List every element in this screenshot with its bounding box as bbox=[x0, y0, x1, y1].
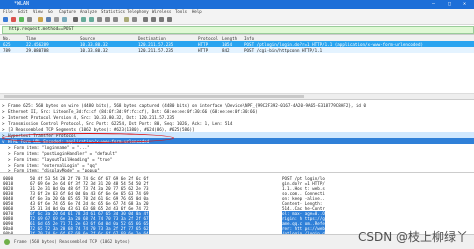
zoom-reset-icon[interactable] bbox=[159, 17, 164, 22]
expand-arrow-icon[interactable]: > bbox=[8, 145, 11, 150]
top-icon[interactable] bbox=[105, 17, 110, 22]
cell-time: 29.080788 bbox=[26, 47, 49, 53]
detail-text: Internet Protocol Version 4, Src: 10.33.… bbox=[8, 114, 175, 120]
display-filter-value: http.request.method==POST bbox=[9, 27, 74, 32]
menu-file[interactable]: File bbox=[3, 9, 13, 14]
cell-no: 789 bbox=[3, 47, 11, 53]
col-destination[interactable]: Destination bbox=[138, 36, 166, 41]
expand-arrow-icon[interactable]: > bbox=[2, 121, 5, 126]
colorize-icon[interactable] bbox=[124, 17, 129, 22]
watermark: CSDN @枝上柳绿丫 bbox=[357, 230, 468, 244]
menu-capture[interactable]: Capture bbox=[59, 9, 76, 14]
capture-status-icon[interactable] bbox=[4, 239, 10, 245]
col-source[interactable]: Source bbox=[80, 36, 95, 41]
zoom-out-icon[interactable] bbox=[151, 17, 156, 22]
save-icon[interactable] bbox=[46, 17, 51, 22]
autoscroll-icon[interactable] bbox=[132, 17, 137, 22]
cell-source: 10.33.80.32 bbox=[80, 47, 108, 53]
close-file-icon[interactable] bbox=[54, 17, 59, 22]
col-time[interactable]: Time bbox=[26, 36, 36, 41]
cell-protocol: HTTP bbox=[198, 47, 209, 53]
display-filter-bar: http.request.method==POST bbox=[0, 25, 474, 35]
cell-length: 842 bbox=[222, 47, 230, 53]
menu-wireless[interactable]: Wireless bbox=[152, 9, 171, 14]
cell-info: POST /ptlogin/login.do?r=1 HTTP/1.1 (app… bbox=[244, 41, 423, 47]
detail-text: Form item: "loginname" = "..." bbox=[14, 144, 90, 150]
expand-arrow-icon[interactable]: > bbox=[2, 109, 5, 114]
search-icon[interactable] bbox=[73, 17, 78, 22]
detail-text: Form item: "postLoginHandler" = "default… bbox=[14, 150, 118, 156]
zoom-in-icon[interactable] bbox=[143, 17, 148, 22]
col-length[interactable]: Length bbox=[222, 36, 237, 41]
expand-arrow-icon[interactable]: > bbox=[2, 115, 5, 120]
expand-arrow-icon[interactable]: > bbox=[8, 157, 11, 162]
scrollbar-thumb[interactable] bbox=[4, 95, 304, 98]
restart-icon[interactable] bbox=[19, 17, 24, 22]
menu-telephony[interactable]: Telephony bbox=[127, 9, 149, 14]
cell-destination: 120.211.57.235 bbox=[138, 47, 174, 53]
detail-text: Transmission Control Protocol, Src Port:… bbox=[8, 120, 233, 126]
status-text: Frame (568 bytes) Reassembled TCP (1062 … bbox=[14, 239, 130, 244]
menu-view[interactable]: View bbox=[33, 9, 43, 14]
cell-time: 22.456289 bbox=[26, 41, 49, 47]
bottom-icon[interactable] bbox=[113, 17, 118, 22]
col-no[interactable]: No. bbox=[3, 36, 11, 41]
cell-no: 625 bbox=[3, 41, 11, 47]
expand-arrow-icon[interactable]: > bbox=[8, 151, 11, 156]
main-toolbar bbox=[0, 15, 474, 25]
menu-edit[interactable]: Edit bbox=[18, 9, 28, 14]
title-bar: *WLAN – □ ✕ bbox=[0, 0, 474, 9]
cell-protocol: HTTP bbox=[198, 41, 209, 47]
reload-icon[interactable] bbox=[62, 17, 67, 22]
settings-icon[interactable] bbox=[27, 17, 32, 22]
hex-dump-pane: 0000 50 4f 53 54 20 2f 70 74 6c 6f 67 69… bbox=[0, 172, 474, 236]
close-icon[interactable]: ✕ bbox=[463, 1, 466, 7]
col-protocol[interactable]: Protocol bbox=[198, 36, 218, 41]
display-filter-input[interactable]: http.request.method==POST bbox=[2, 26, 474, 34]
window-title: *WLAN bbox=[14, 1, 30, 7]
menu-help[interactable]: Help bbox=[192, 9, 202, 14]
menu-tools[interactable]: Tools bbox=[175, 9, 187, 14]
highlight-annotation-ellipse bbox=[2, 133, 174, 143]
cell-info: POST /cgi-bin/httpconn HTTP/1.1 bbox=[244, 47, 323, 53]
detail-text: Frame 625: 568 bytes on wire (4480 bits)… bbox=[8, 102, 366, 108]
cell-source: 10.33.80.32 bbox=[80, 41, 108, 47]
maximize-icon[interactable]: □ bbox=[448, 1, 451, 7]
col-info[interactable]: Info bbox=[244, 36, 254, 41]
menu-go[interactable]: Go bbox=[48, 9, 53, 14]
resize-columns-icon[interactable] bbox=[167, 17, 172, 22]
jump-icon[interactable] bbox=[97, 17, 102, 22]
minimize-icon[interactable]: – bbox=[432, 1, 435, 7]
cell-length: 1054 bbox=[222, 41, 233, 47]
menu-analyze[interactable]: Analyze bbox=[80, 9, 97, 14]
detail-text: Ethernet II, Src: LiteonTe_3d:fc:cf (84:… bbox=[8, 108, 258, 114]
expand-arrow-icon[interactable]: > bbox=[2, 103, 5, 108]
detail-text: [3 Reassembled TCP Segments (1062 bytes)… bbox=[8, 126, 195, 132]
cell-destination: 120.211.57.235 bbox=[138, 41, 174, 47]
forward-icon[interactable] bbox=[89, 17, 94, 22]
detail-text: Form item: "layoutTailHeading" = "true" bbox=[14, 156, 113, 162]
stop-icon[interactable] bbox=[11, 17, 16, 22]
back-icon[interactable] bbox=[81, 17, 86, 22]
expand-arrow-icon[interactable]: > bbox=[2, 127, 5, 132]
shark-fin-icon[interactable] bbox=[3, 17, 8, 22]
packet-list-empty-area bbox=[0, 53, 474, 93]
open-icon[interactable] bbox=[38, 17, 43, 22]
menu-statistics[interactable]: Statistics bbox=[101, 9, 125, 14]
